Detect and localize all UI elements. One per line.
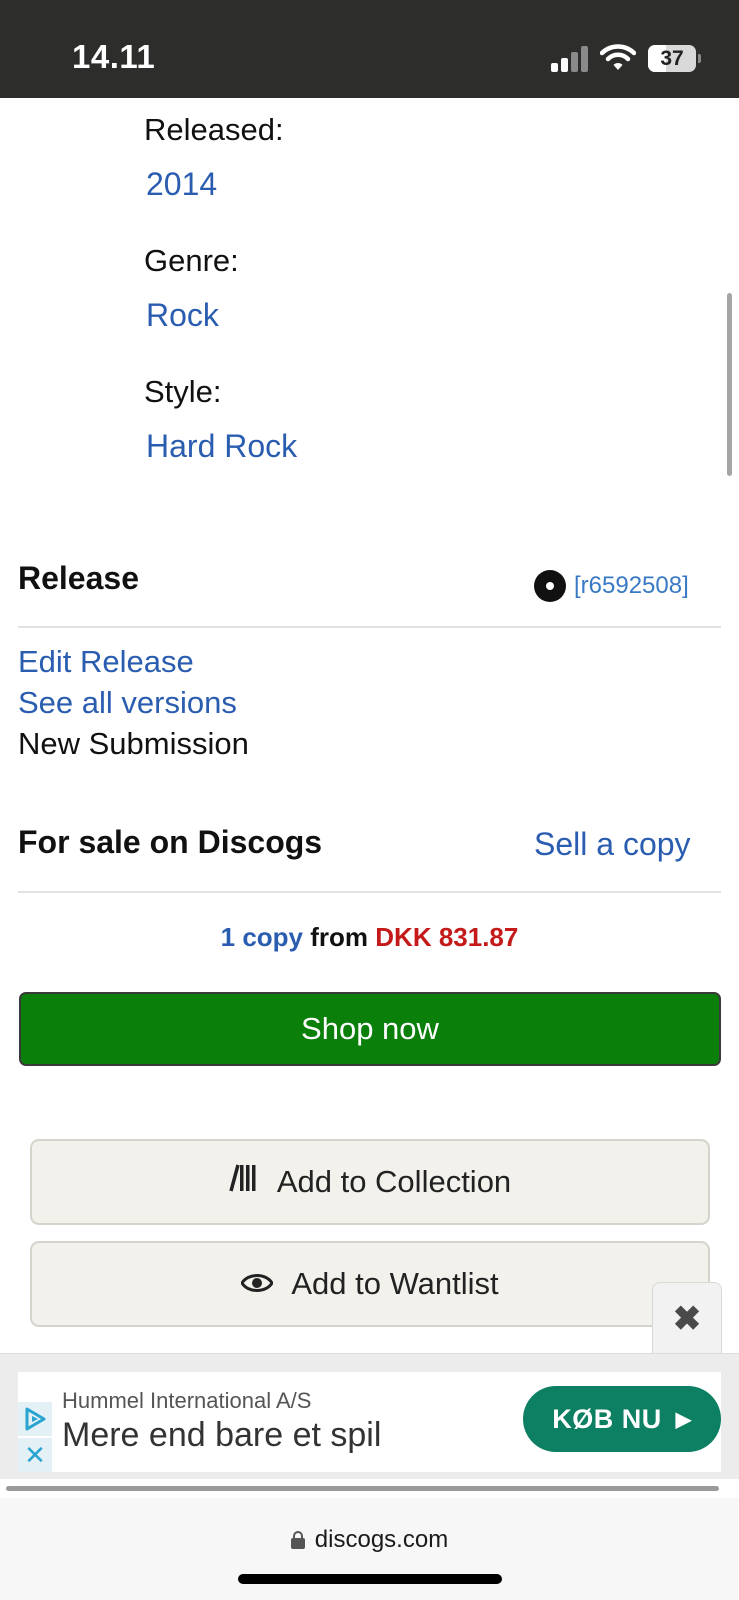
url-text: discogs.com	[314, 1526, 449, 1553]
release-section-title: Release	[18, 560, 139, 596]
genre-link[interactable]: Rock	[146, 297, 219, 334]
lock-icon	[290, 1531, 305, 1549]
battery-level: 37	[660, 47, 684, 70]
ad-content[interactable]: ✕ Hummel International A/S Mere end bare…	[18, 1372, 721, 1472]
divider	[18, 891, 721, 893]
home-indicator[interactable]	[238, 1574, 502, 1584]
add-to-wantlist-label: Add to Wantlist	[291, 1266, 499, 1301]
vinyl-record-icon	[534, 570, 566, 602]
release-id: [r6592508]	[534, 570, 689, 602]
from-text: from	[310, 922, 369, 952]
divider	[18, 626, 721, 628]
edit-release-link[interactable]: Edit Release	[18, 644, 194, 680]
ad-banner: ✕ Hummel International A/S Mere end bare…	[0, 1353, 739, 1479]
add-to-collection-label: Add to Collection	[276, 1164, 512, 1199]
ad-cta-label: KØB NU	[552, 1403, 662, 1434]
new-submission-text: New Submission	[18, 726, 249, 761]
add-to-collection-button[interactable]: Add to Collection	[30, 1139, 710, 1225]
address-bar[interactable]: discogs.com	[0, 1526, 739, 1554]
see-all-versions-link[interactable]: See all versions	[18, 685, 237, 721]
ad-dismiss-icon[interactable]: ✕	[18, 1438, 52, 1472]
price-summary: 1 copy from DKK 831.87	[0, 922, 739, 953]
released-year-link[interactable]: 2014	[146, 166, 217, 203]
released-label: Released:	[144, 112, 284, 147]
collection-icon	[229, 1164, 259, 1200]
copy-count-link[interactable]: 1 copy	[221, 922, 303, 952]
style-link[interactable]: Hard Rock	[146, 428, 297, 465]
scrollbar[interactable]	[727, 293, 732, 476]
play-arrow-icon: ▶	[675, 1408, 692, 1431]
release-id-link[interactable]: [r6592508]	[574, 572, 689, 600]
ad-scroll-indicator	[6, 1486, 719, 1491]
status-time: 14.11	[72, 38, 156, 75]
for-sale-title: For sale on Discogs	[18, 824, 323, 860]
battery-icon: 37	[648, 45, 701, 72]
ad-cta-button[interactable]: KØB NU ▶	[523, 1386, 721, 1452]
adchoices-icon[interactable]	[18, 1402, 52, 1436]
sell-a-copy-link[interactable]: Sell a copy	[534, 826, 691, 863]
style-label: Style:	[144, 374, 222, 409]
lowest-price: DKK 831.87	[375, 922, 519, 952]
ad-headline: Mere end bare et spil	[62, 1416, 382, 1454]
ad-advertiser: Hummel International A/S	[62, 1388, 312, 1413]
add-to-wantlist-button[interactable]: Add to Wantlist	[30, 1241, 710, 1327]
wifi-icon	[599, 42, 637, 72]
genre-label: Genre:	[144, 243, 239, 278]
ad-close-button[interactable]: ✖	[652, 1282, 722, 1354]
browser-bottom-bar: discogs.com	[0, 1498, 739, 1600]
eye-icon	[240, 1266, 275, 1302]
status-bar: 14.11 37	[0, 0, 739, 98]
shop-now-button[interactable]: Shop now	[19, 992, 721, 1066]
cellular-signal-icon	[551, 46, 591, 72]
